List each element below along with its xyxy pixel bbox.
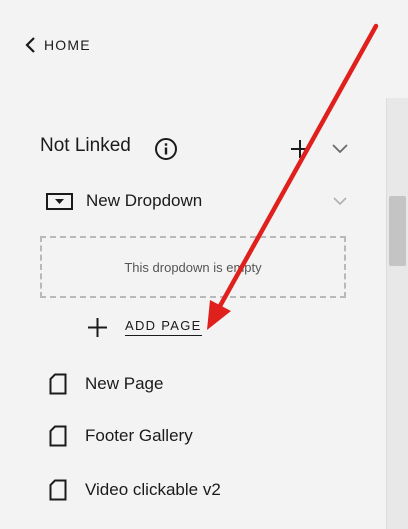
chevron-down-icon[interactable]: [331, 141, 349, 155]
add-page-button[interactable]: ADD PAGE: [87, 314, 202, 340]
page-label: New Page: [85, 374, 164, 393]
page-label: Video clickable v2: [85, 480, 221, 499]
page-item[interactable]: New Page: [49, 370, 163, 398]
page-item[interactable]: Footer Gallery: [49, 422, 193, 450]
page-icon: [49, 373, 67, 395]
navigation-panel: HOME Not Linked New Dropdown This dropdo…: [0, 0, 386, 529]
add-page-label: ADD PAGE: [125, 318, 202, 336]
section-title: Not Linked: [40, 135, 131, 156]
page-icon: [49, 425, 67, 447]
plus-icon: [88, 317, 107, 337]
info-icon[interactable]: [154, 137, 178, 161]
dropdown-item[interactable]: New Dropdown: [46, 186, 354, 216]
page-label: Footer Gallery: [85, 426, 193, 445]
chevron-down-icon[interactable]: [332, 195, 348, 207]
page-icon: [49, 479, 67, 501]
scrollbar-thumb[interactable]: [389, 196, 406, 266]
add-item-icon[interactable]: [289, 138, 311, 160]
dropdown-label: New Dropdown: [86, 191, 203, 210]
empty-dropdown-text: This dropdown is empty: [124, 259, 262, 275]
scrollbar-track[interactable]: [386, 98, 408, 529]
home-back-link[interactable]: HOME: [24, 33, 91, 57]
page-item[interactable]: Video clickable v2: [49, 476, 221, 504]
empty-dropdown-placeholder: This dropdown is empty: [40, 236, 346, 298]
dropdown-folder-icon: [46, 193, 73, 210]
home-label: HOME: [44, 37, 91, 53]
chevron-left-icon: [25, 37, 35, 53]
